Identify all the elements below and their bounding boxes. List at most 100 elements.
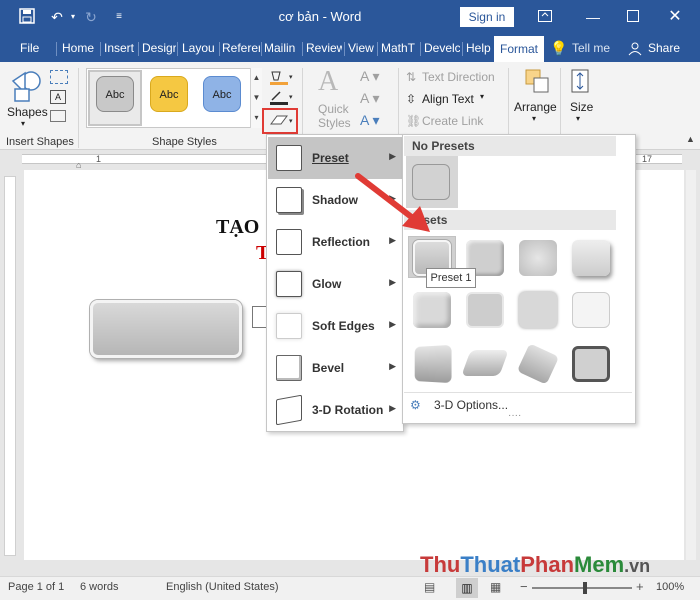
watermark-part: Phan	[520, 552, 575, 577]
share-icon[interactable]	[628, 34, 642, 62]
menu-item-bevel[interactable]: Bevel ▶	[268, 347, 404, 389]
text-effects-icon[interactable]: A ▾	[360, 112, 379, 129]
resize-handle-icon[interactable]: ····	[508, 410, 521, 421]
style-swatch-blue[interactable]: Abc	[203, 76, 241, 112]
zoom-out-icon[interactable]: −	[520, 579, 528, 594]
create-link-button[interactable]: Create Link	[422, 114, 483, 128]
preset-8[interactable]	[572, 292, 610, 328]
more-shapes-icon[interactable]	[50, 110, 66, 122]
gallery-down-icon[interactable]: ▼	[251, 88, 262, 108]
zoom-slider[interactable]	[532, 587, 632, 589]
watermark-part: Mem	[574, 552, 625, 577]
submenu-arrow-icon: ▶	[389, 361, 396, 371]
vertical-scrollbar[interactable]	[686, 170, 696, 560]
gallery-up-icon[interactable]: ▲	[251, 68, 262, 88]
watermark-part: Thu	[420, 552, 461, 577]
sign-in-button[interactable]: Sign in	[460, 7, 514, 27]
indent-marker-icon[interactable]: ⌂	[76, 160, 81, 170]
tab-format[interactable]: Format	[494, 36, 545, 62]
word-count[interactable]: 6 words	[80, 581, 119, 593]
preset-12[interactable]	[572, 346, 610, 382]
ribbon-display-icon[interactable]	[534, 6, 556, 28]
tab-file[interactable]: File	[20, 34, 39, 62]
maximize-icon[interactable]	[622, 6, 644, 28]
share-button[interactable]: Share	[648, 34, 680, 62]
preset-3[interactable]	[519, 240, 557, 276]
page-count[interactable]: Page 1 of 1	[8, 581, 64, 593]
tell-me-input[interactable]: Tell me	[572, 34, 610, 62]
create-link-icon[interactable]: ⛓	[406, 114, 421, 128]
tab-review[interactable]: Review	[306, 34, 342, 62]
shapes-icon	[11, 71, 41, 102]
menu-item-soft-edges[interactable]: Soft Edges ▶	[268, 305, 404, 347]
zoom-in-icon[interactable]: +	[636, 579, 644, 594]
menu-item-shadow[interactable]: Shadow ▶	[268, 179, 404, 221]
text-fill-icon[interactable]: A ▾	[360, 68, 379, 85]
align-text-dropdown-icon[interactable]: ▾	[480, 92, 484, 101]
tab-view[interactable]: View	[348, 34, 374, 62]
text-direction-icon[interactable]: ⇅	[406, 70, 416, 84]
preset-7[interactable]	[519, 292, 557, 328]
tab-help[interactable]: Help	[466, 34, 491, 62]
undo-dropdown-icon[interactable]: ▾	[64, 8, 82, 26]
minimize-icon[interactable]: —	[582, 6, 604, 28]
menu-item-glow[interactable]: Glow ▶	[268, 263, 404, 305]
text-direction-button[interactable]: Text Direction	[422, 70, 495, 84]
shape-outline-icon[interactable]: ▾	[268, 90, 294, 106]
gallery-scroll[interactable]: ▲ ▼ ▾	[250, 68, 262, 128]
save-icon[interactable]	[18, 8, 36, 26]
quick-styles-icon[interactable]: A	[318, 66, 338, 98]
close-icon[interactable]: ✕	[664, 6, 686, 28]
size-button[interactable]: Size	[570, 100, 593, 114]
tab-mathtype[interactable]: MathT	[381, 34, 419, 62]
preset-9[interactable]	[414, 344, 452, 384]
size-icon[interactable]	[568, 68, 592, 94]
tab-references[interactable]: Referer	[222, 34, 260, 62]
menu-item-label: 3-D Rotation	[312, 403, 384, 417]
shape-fill-icon[interactable]: ▾	[268, 70, 294, 86]
tab-mailings[interactable]: Mailin	[264, 34, 300, 62]
web-layout-icon[interactable]: ▦	[490, 580, 501, 594]
menu-item-label: Shadow	[312, 193, 359, 207]
selected-rectangle-shape[interactable]	[90, 300, 242, 358]
edit-shape-icon[interactable]	[50, 70, 68, 84]
zoom-level[interactable]: 100%	[656, 581, 684, 593]
shapes-button[interactable]: Shapes ▾	[4, 66, 48, 128]
style-swatch-orange[interactable]: Abc	[150, 76, 188, 112]
preset-5[interactable]	[413, 292, 451, 328]
lightbulb-icon[interactable]: 💡	[550, 34, 567, 62]
tab-design[interactable]: Desigr	[142, 34, 176, 62]
quick-styles-label[interactable]: Quick Styles	[318, 102, 351, 130]
ribbon-tabs: File Home Insert Desigr Layou Referer Ma…	[0, 34, 700, 62]
no-preset-option[interactable]	[412, 164, 450, 200]
menu-item-preset[interactable]: Preset ▶	[268, 137, 404, 179]
print-layout-icon[interactable]: ▥	[456, 578, 478, 598]
language-indicator[interactable]: English (United States)	[166, 581, 279, 593]
textbox-icon[interactable]: A	[50, 90, 66, 104]
shape-styles-group-label: Shape Styles	[152, 136, 217, 148]
3d-options-icon[interactable]: ⚙	[410, 398, 421, 412]
redo-icon[interactable]: ↻	[82, 8, 100, 26]
menu-item-3d-rotation[interactable]: 3-D Rotation ▶	[268, 389, 404, 431]
menu-item-reflection[interactable]: Reflection ▶	[268, 221, 404, 263]
tab-layout[interactable]: Layou	[182, 34, 218, 62]
tab-developer[interactable]: Develc	[424, 34, 460, 62]
tab-insert[interactable]: Insert	[104, 34, 138, 62]
customize-qat-icon[interactable]: ≡	[110, 8, 128, 26]
zoom-slider-thumb[interactable]	[583, 582, 587, 594]
watermark-part: Thuat	[460, 552, 521, 577]
watermark-part: .vn	[624, 556, 651, 576]
preset-6[interactable]	[466, 292, 504, 328]
collapse-ribbon-icon[interactable]: ▲	[686, 134, 695, 144]
style-swatch-gray[interactable]: Abc	[96, 76, 134, 112]
preset-4[interactable]	[572, 240, 610, 276]
text-outline-icon[interactable]: A ▾	[360, 90, 379, 107]
gallery-more-icon[interactable]: ▾	[251, 108, 262, 128]
align-text-icon[interactable]: ⇳	[406, 92, 416, 106]
align-text-button[interactable]: Align Text	[422, 92, 474, 106]
read-mode-icon[interactable]: ▤	[424, 580, 435, 594]
tab-home[interactable]: Home	[62, 34, 94, 62]
arrange-icon[interactable]	[524, 68, 550, 94]
arrange-button[interactable]: Arrange	[514, 100, 557, 114]
3d-options-link[interactable]: 3-D Options...	[434, 398, 508, 412]
